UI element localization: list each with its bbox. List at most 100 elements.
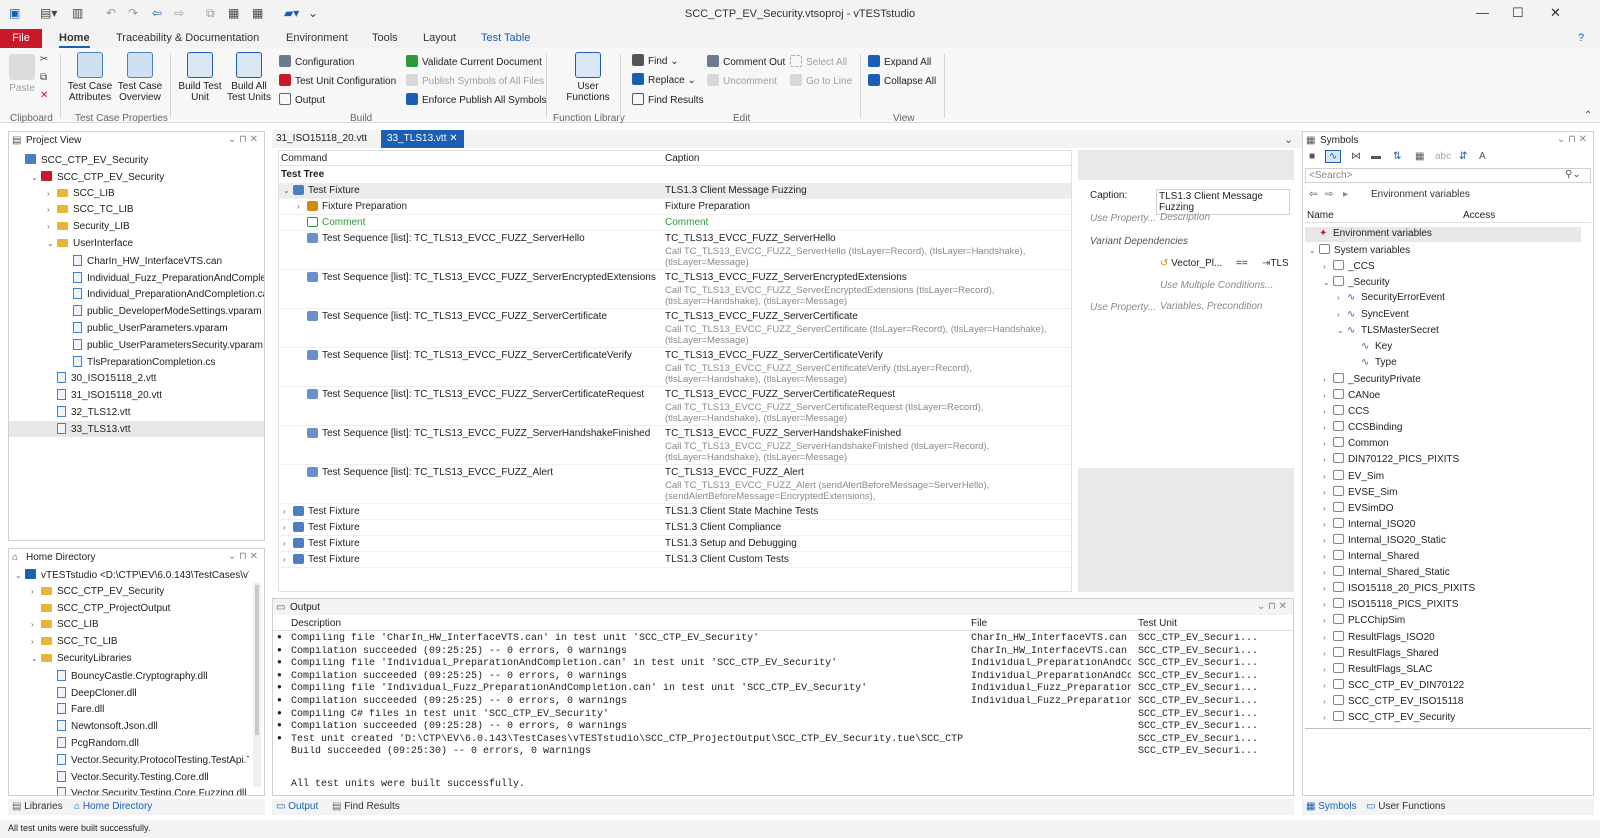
doc-tab-tls13[interactable]: 33_TLS13.vtt ✕ bbox=[381, 130, 464, 148]
home-directory-item[interactable]: Vector.Security.Testing.Core.Fuzzing.dll bbox=[9, 785, 249, 795]
doc-tab-iso15118-20[interactable]: 31_ISO15118_20.vtt bbox=[276, 133, 367, 144]
output-row[interactable]: ● Compilation succeeded (09:25:25) -- 0 e… bbox=[273, 671, 1273, 683]
project-tree-item[interactable]: public_UserParametersSecurity.vparam bbox=[9, 337, 264, 353]
expander-icon[interactable]: ⌄ bbox=[31, 173, 41, 182]
expander-icon[interactable]: › bbox=[1323, 681, 1333, 690]
symbol-tree-item[interactable]: › Internal_ISO20_Static bbox=[1305, 533, 1581, 548]
tab-libraries[interactable]: ▤ Libraries bbox=[12, 801, 63, 812]
breadcrumb-environment-variables[interactable]: Environment variables bbox=[1371, 189, 1470, 200]
expander-icon[interactable]: › bbox=[31, 637, 41, 646]
use-multiple-conditions-button[interactable]: Use Multiple Conditions... bbox=[1160, 280, 1273, 291]
home-directory-item[interactable]: › SCC_LIB bbox=[9, 617, 249, 633]
uncomment-button[interactable]: Uncomment bbox=[707, 74, 777, 87]
symbol-tree-item[interactable]: › ResultFlags_SLAC bbox=[1305, 662, 1581, 677]
expander-icon[interactable]: › bbox=[31, 587, 41, 596]
tab-list-icon[interactable]: ⌄ bbox=[1284, 133, 1293, 146]
test-table-row[interactable]: Test Sequence [list]: TC_TLS13_EVCC_FUZZ… bbox=[279, 309, 1071, 348]
output-row[interactable]: Build succeeded (09:25:30) -- 0 errors, … bbox=[273, 746, 1273, 758]
project-tree-item[interactable]: ⌄ UserInterface bbox=[9, 236, 264, 252]
home-directory-item[interactable]: BouncyCastle.Cryptography.dll bbox=[9, 668, 249, 684]
expander-icon[interactable]: ⌄ bbox=[283, 186, 293, 195]
project-tree-item[interactable]: › Security_LIB bbox=[9, 219, 264, 235]
delete-icon[interactable]: ✕ bbox=[40, 90, 48, 101]
tab-home-directory[interactable]: ⌂ Home Directory bbox=[74, 801, 152, 812]
symbol-tree-item[interactable]: ⌄ ∿ TLSMasterSecret bbox=[1305, 324, 1581, 339]
expander-icon[interactable]: › bbox=[31, 620, 41, 629]
column-caption[interactable]: Caption bbox=[665, 153, 699, 164]
project-tree-item[interactable]: 31_ISO15118_20.vtt bbox=[9, 387, 264, 403]
variables-field[interactable]: Variables, Precondition bbox=[1160, 301, 1262, 312]
comment-out-button[interactable]: Comment Out bbox=[707, 55, 785, 68]
expander-icon[interactable]: › bbox=[1323, 665, 1333, 674]
expander-icon[interactable]: › bbox=[1323, 584, 1333, 593]
use-property-button-2[interactable]: Use Property... bbox=[1090, 302, 1156, 313]
expander-icon[interactable]: › bbox=[47, 189, 57, 198]
symbol-tree-item[interactable]: › _CCS bbox=[1305, 259, 1581, 274]
test-table-row[interactable]: Test Sequence [list]: TC_TLS13_EVCC_FUZZ… bbox=[279, 426, 1071, 465]
test-table-row[interactable]: › Fixture Preparation Fixture Preparation bbox=[279, 199, 1071, 215]
variables-filter-icon[interactable]: ∿ bbox=[1325, 150, 1342, 163]
expander-icon[interactable]: ⌄ bbox=[15, 571, 25, 580]
expander-icon[interactable]: › bbox=[283, 555, 293, 564]
go-to-line-button[interactable]: Go to Line bbox=[790, 74, 852, 87]
column-command[interactable]: Command bbox=[281, 153, 327, 164]
symbol-tree-item[interactable]: ⌄ _Security bbox=[1305, 275, 1581, 290]
home-directory-item[interactable]: Newtonsoft.Json.dll bbox=[9, 718, 249, 734]
expander-icon[interactable]: › bbox=[1323, 407, 1333, 416]
panel-close-icon[interactable]: ⌄ ⊓ ✕ bbox=[228, 551, 258, 562]
test-table-row[interactable]: › Test Fixture TLS1.3 Client Compliance bbox=[279, 520, 1071, 536]
home-directory-item[interactable]: ⌄ vTESTstudio <D:\CTP\EV\6.0.143\TestCase… bbox=[9, 567, 249, 583]
expander-icon[interactable]: ⌄ bbox=[1337, 326, 1347, 335]
project-tree-item[interactable]: CharIn_HW_InterfaceVTS.can bbox=[9, 253, 264, 269]
home-directory-item[interactable]: PcgRandom.dll bbox=[9, 735, 249, 751]
symbols-col-access[interactable]: Access bbox=[1463, 210, 1495, 221]
find-results-button[interactable]: Find Results bbox=[632, 93, 704, 106]
expander-icon[interactable]: › bbox=[1323, 504, 1333, 513]
symbol-tree-item[interactable]: ⌄ System variables bbox=[1305, 243, 1581, 258]
symbol-tree-item[interactable]: › CCS bbox=[1305, 404, 1581, 419]
expander-icon[interactable]: › bbox=[1337, 310, 1347, 319]
project-tree-item[interactable]: 33_TLS13.vtt bbox=[9, 420, 264, 437]
expander-icon[interactable]: › bbox=[1323, 697, 1333, 706]
output-row[interactable]: ● Compiling file 'CharIn_HW_InterfaceVTS.… bbox=[273, 633, 1273, 645]
symbol-tree-item[interactable]: › ISO15118_20_PICS_PIXITS bbox=[1305, 581, 1581, 596]
grid-view-icon[interactable]: ▦ bbox=[1415, 151, 1424, 162]
symbol-tree-item[interactable]: › EVSE_Sim bbox=[1305, 485, 1581, 500]
home-directory-item[interactable]: Vector.Security.Testing.Core.dll bbox=[9, 769, 249, 785]
cut-icon[interactable]: ✂ bbox=[40, 54, 48, 65]
validate-document-button[interactable]: Validate Current Document bbox=[406, 55, 542, 68]
symbol-tree-item[interactable]: › SCC_CTP_EV_DIN70122 bbox=[1305, 678, 1581, 693]
find-button[interactable]: Find ⌄ bbox=[632, 54, 679, 67]
sort-icon[interactable]: ⇅ bbox=[1393, 151, 1401, 162]
sync-icon[interactable]: ⇵ bbox=[1459, 151, 1467, 162]
user-functions-button[interactable]: User Functions bbox=[562, 52, 614, 103]
home-directory-item[interactable]: › SCC_CTP_EV_Security bbox=[9, 584, 249, 600]
test-table-row[interactable]: › Test Fixture TLS1.3 Setup and Debugging bbox=[279, 536, 1071, 552]
test-case-attributes-button[interactable]: Test Case Attributes bbox=[66, 52, 114, 103]
select-all-button[interactable]: Select All bbox=[790, 55, 847, 68]
output-col-test-unit[interactable]: Test Unit bbox=[1138, 618, 1177, 629]
project-tree-item[interactable]: ⌄ SCC_CTP_EV_Security bbox=[9, 169, 264, 185]
expander-icon[interactable]: › bbox=[1323, 488, 1333, 497]
scrollbar-thumb[interactable] bbox=[255, 585, 259, 735]
enforce-publish-button[interactable]: Enforce Publish All Symbols bbox=[406, 93, 547, 106]
home-directory-item[interactable]: ⌄ SecurityLibraries bbox=[9, 651, 249, 667]
tab-symbols[interactable]: ▦ Symbols bbox=[1306, 801, 1357, 812]
symbol-tree-item[interactable]: › SCC_CTP_EV_Security bbox=[1305, 710, 1581, 725]
project-tree-item[interactable]: › SCC_TC_LIB bbox=[9, 202, 264, 218]
tab-user-functions[interactable]: ▭ User Functions bbox=[1366, 801, 1445, 812]
collapse-all-button[interactable]: Collapse All bbox=[868, 74, 936, 87]
variant-operator[interactable]: == bbox=[1236, 258, 1248, 269]
tab-test-table[interactable]: Test Table bbox=[481, 32, 530, 44]
configuration-button[interactable]: Configuration bbox=[279, 55, 354, 68]
build-all-test-units-button[interactable]: Build All Test Units bbox=[224, 52, 274, 103]
symbol-tree-item[interactable]: › SCC_CTP_EV_ISO15118 bbox=[1305, 694, 1581, 709]
symbol-tree-item[interactable]: ∿ Key bbox=[1305, 340, 1581, 355]
use-property-button[interactable]: Use Property... bbox=[1090, 213, 1156, 224]
tab-output[interactable]: ▭ Output bbox=[276, 801, 318, 812]
project-tree-item[interactable]: Individual_PreparationAndCompletion.can bbox=[9, 286, 264, 302]
test-table-row[interactable]: Test Sequence [list]: TC_TLS13_EVCC_FUZZ… bbox=[279, 270, 1071, 309]
output-row[interactable]: ● Compiling C# files in test unit 'SCC_CT… bbox=[273, 709, 1273, 721]
expander-icon[interactable]: › bbox=[283, 523, 293, 532]
project-tree-item[interactable]: › SCC_LIB bbox=[9, 186, 264, 202]
